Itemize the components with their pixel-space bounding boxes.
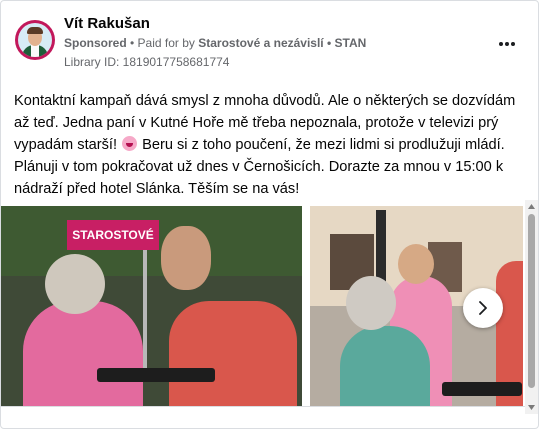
post-text: Kontaktní kampaň dává smysl z mnoha důvo… [14,90,519,200]
sponsored-label: Sponsored [64,36,127,50]
author-avatar[interactable] [15,20,55,60]
scroll-down-arrow-icon[interactable] [527,403,536,412]
scroll-up-arrow-icon[interactable] [527,202,536,211]
paid-for-by[interactable]: Starostové a nezávislí • STAN [198,36,366,50]
campaign-banner: STAROSTOVÉ [67,220,159,250]
sponsorship-line: Sponsored • Paid for by Starostové a nez… [64,36,366,50]
image-carousel: STAROSTOVÉ [1,206,538,406]
author-name[interactable]: Vít Rakušan [64,15,150,32]
ad-post-card: Vít Rakušan Sponsored • Paid for by Star… [0,0,539,429]
grinning-face-emoji-icon [122,136,138,151]
divider [1,406,525,407]
paid-for-prefix: • Paid for by [126,36,199,50]
more-options-button[interactable] [493,29,521,55]
vertical-scrollbar[interactable] [525,200,538,414]
library-id: Library ID: 1819017758681774 [64,55,230,69]
carousel-next-button[interactable] [463,288,503,328]
chevron-right-icon [479,301,487,315]
scrollbar-thumb[interactable] [528,214,535,388]
more-options-icon [498,33,516,51]
carousel-photo-1[interactable]: STAROSTOVÉ [1,206,302,406]
